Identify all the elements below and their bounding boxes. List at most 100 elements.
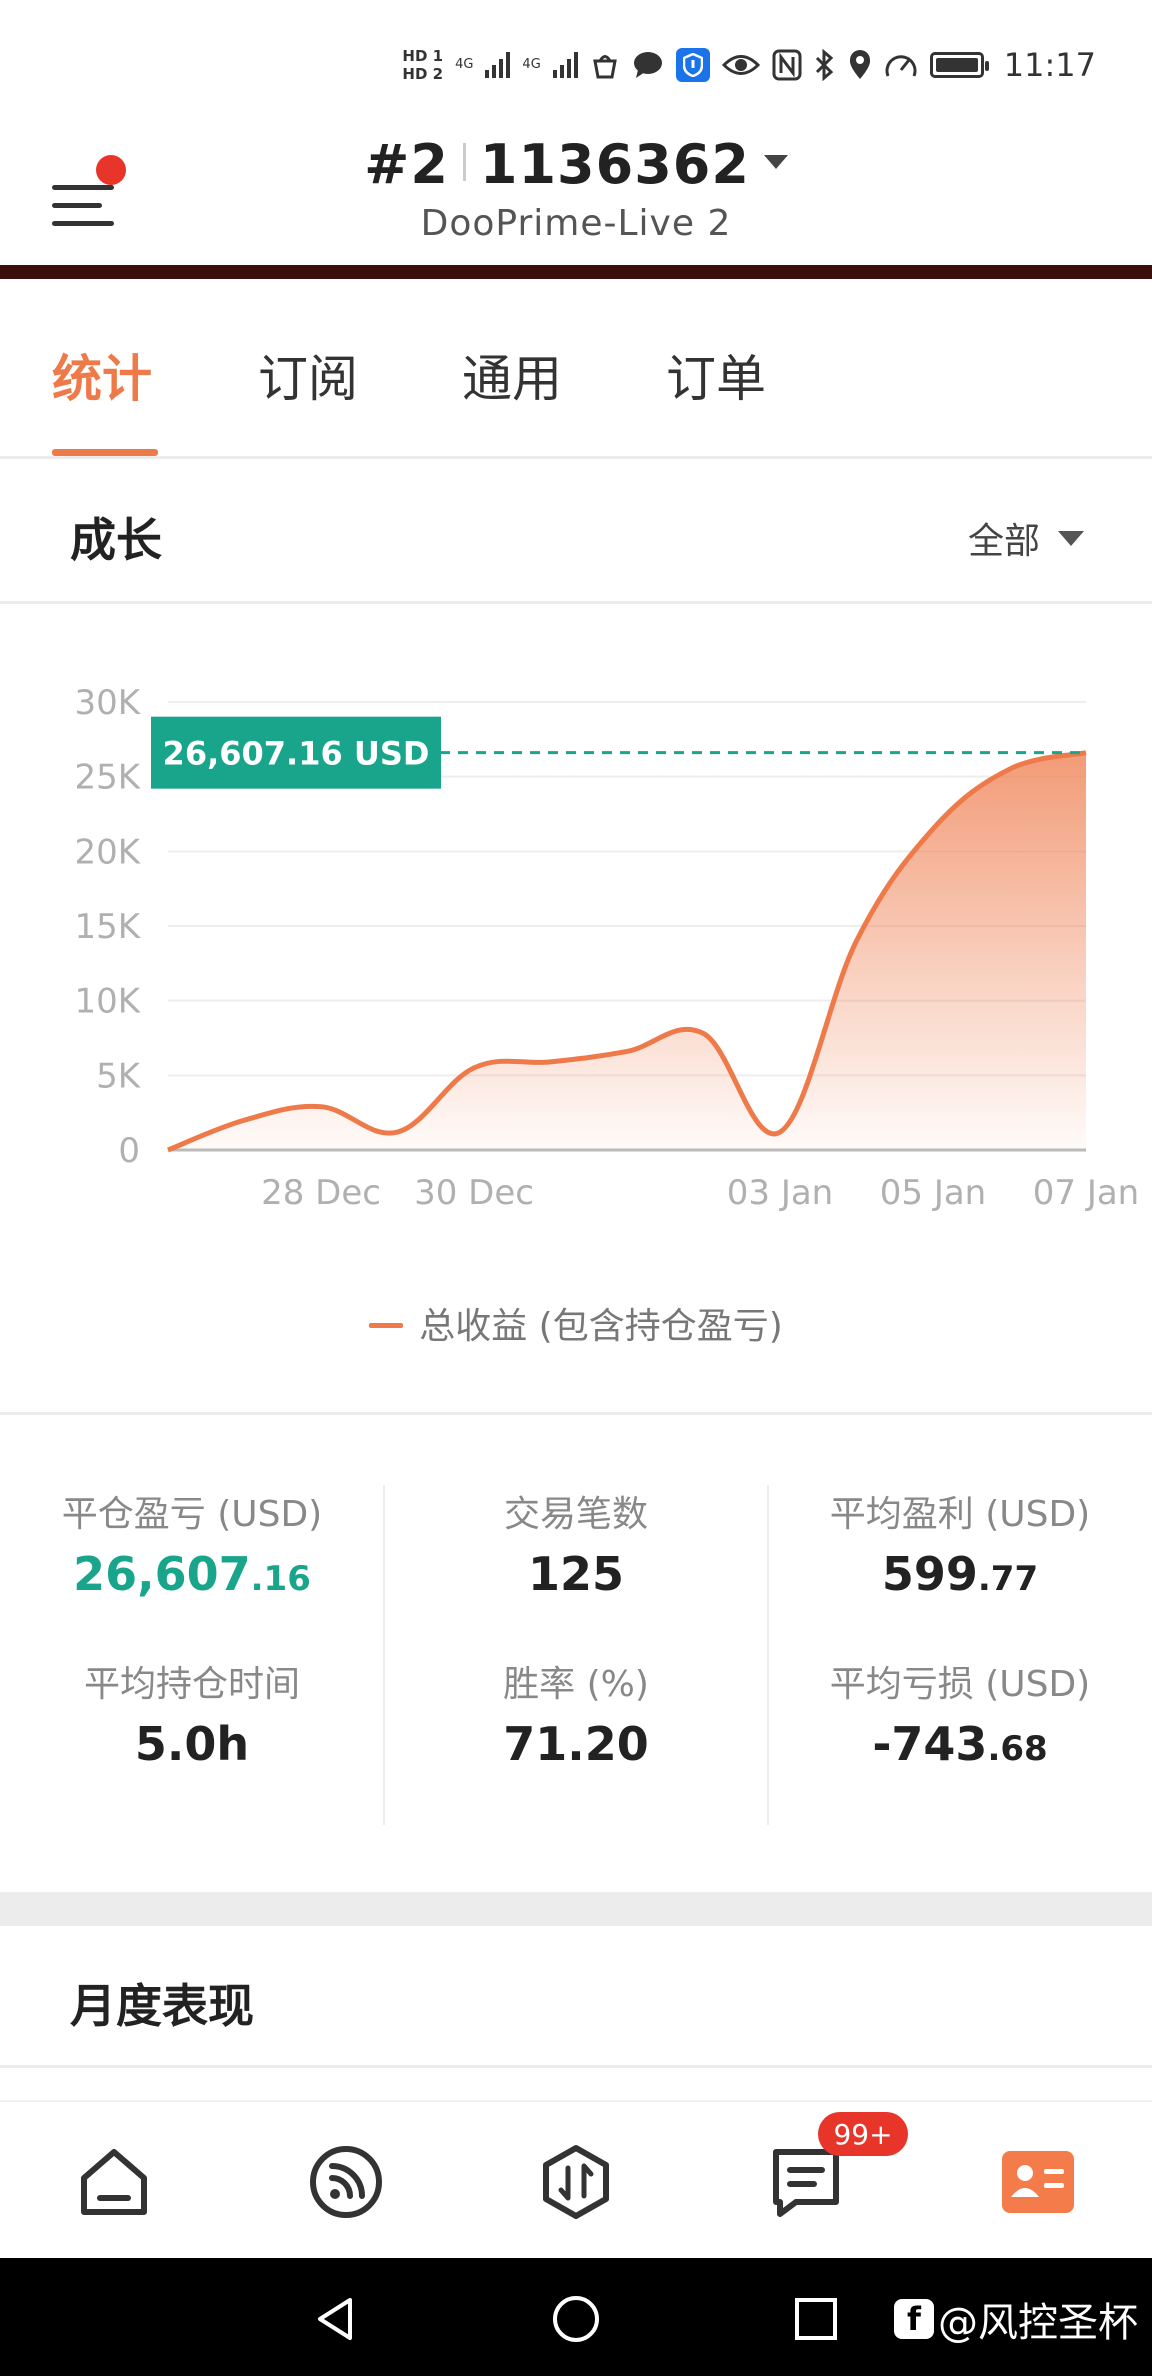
growth-section-header: 成长 全部 <box>0 462 1152 604</box>
active-tab-indicator <box>52 449 158 456</box>
home-circle-icon[interactable] <box>551 2294 601 2344</box>
trade-icon <box>543 2145 609 2219</box>
status-icons: HD 1 HD 2 4G 4G 11:17 <box>402 40 1096 90</box>
nav-feed[interactable] <box>306 2142 386 2222</box>
messages-icon <box>773 2149 839 2217</box>
shield-icon <box>675 48 710 82</box>
legend-label: 总收益 (包含持仓盈亏) <box>419 1306 783 1347</box>
stat-avg-hold-time: 平均持仓时间 5.0h <box>0 1655 384 1771</box>
tab-general[interactable]: 通用 <box>462 339 562 411</box>
messages-badge: 99+ <box>818 2112 908 2156</box>
stat-label: 交易笔数 <box>503 1494 648 1535</box>
stat-value-dec: .68 <box>987 1729 1048 1769</box>
stat-value: 71.20 <box>384 1717 768 1771</box>
stat-value-int: 26,607 <box>73 1547 251 1601</box>
eye-icon <box>721 55 760 75</box>
growth-chart: 0 5K 10K 15K 20K 25K 30K 28 Dec 30 Dec 03 Jan 05 … <box>0 607 1152 1407</box>
stat-value: 599.77 <box>768 1547 1152 1601</box>
stat-value-int: 71.20 <box>503 1717 649 1771</box>
network-label-2: 4G <box>522 57 541 72</box>
nfc-icon <box>772 49 802 81</box>
bluetooth-icon <box>815 49 833 81</box>
stat-label: 平均盈利 (USD) <box>829 1494 1091 1535</box>
network-label-1: 4G <box>455 57 474 72</box>
stat-value: -743.68 <box>768 1717 1152 1771</box>
recents-icon[interactable] <box>791 2294 841 2344</box>
chat-bubble-icon <box>633 52 662 78</box>
nav-profile[interactable] <box>998 2142 1078 2222</box>
signal-icon-2 <box>552 52 578 78</box>
stat-avg-profit: 平均盈利 (USD) 599.77 <box>768 1485 1152 1601</box>
stat-value-dec: .77 <box>977 1559 1039 1599</box>
clock: 11:17 <box>1003 46 1096 84</box>
stat-trade-count: 交易笔数 125 <box>384 1485 768 1601</box>
tab-statistics[interactable]: 统计 <box>52 339 152 411</box>
nav-trade[interactable] <box>536 2142 616 2222</box>
status-bar: HD 1 HD 2 4G 4G 11:17 <box>0 0 1152 125</box>
location-icon <box>849 50 870 79</box>
watermark: f @风控圣杯 <box>894 2290 1138 2348</box>
stat-value-int: 5.0h <box>134 1717 250 1771</box>
stat-value-int: 599 <box>881 1547 978 1601</box>
system-navigation-bar: f @风控圣杯 <box>0 2258 1152 2376</box>
banner-strip <box>0 265 1152 279</box>
legend-swatch <box>369 1323 404 1328</box>
column-divider <box>767 1485 769 1825</box>
stat-win-rate: 胜率 (%) 71.20 <box>384 1655 768 1771</box>
stat-value-int: -743 <box>872 1717 988 1771</box>
stat-closed-pnl: 平仓盈亏 (USD) 26,607.16 <box>0 1485 384 1601</box>
sim1-label: HD 1 <box>402 47 444 65</box>
stat-value: 26,607.16 <box>0 1547 384 1601</box>
range-label: 全部 <box>967 521 1040 562</box>
x-tick-label: 07 Jan <box>1033 1173 1139 1213</box>
y-tick-label: 20K <box>74 832 141 872</box>
account-selector[interactable]: #2 1136362 <box>0 133 1152 196</box>
monthly-title: 月度表现 <box>70 1979 254 2033</box>
tab-orders[interactable]: 订单 <box>666 339 766 411</box>
signal-icon <box>485 52 511 78</box>
account-number: 1136362 <box>479 133 750 196</box>
server-name: DooPrime-Live 2 <box>420 203 732 244</box>
y-tick-label: 5K <box>96 1056 142 1096</box>
range-dropdown[interactable]: 全部 <box>968 512 1084 564</box>
separator <box>462 143 466 181</box>
tab-bar: 统计 订阅 通用 订单 <box>0 279 1152 459</box>
x-tick-label: 05 Jan <box>880 1173 986 1213</box>
section-gap <box>0 1892 1152 1926</box>
profile-card-icon <box>1002 2151 1074 2213</box>
bottom-navigation: 99+ <box>0 2100 1152 2258</box>
stat-value: 125 <box>384 1547 768 1601</box>
y-tick-label: 0 <box>118 1131 140 1171</box>
column-divider <box>383 1485 385 1825</box>
app-header: #2 1136362 DooPrime-Live 2 <box>0 125 1152 265</box>
speedometer-icon <box>885 55 917 77</box>
stat-label: 平仓盈亏 (USD) <box>61 1494 323 1535</box>
caret-down-icon <box>1058 530 1084 546</box>
x-tick-label: 28 Dec <box>261 1173 381 1213</box>
monthly-performance-header: 月度表现 <box>0 1926 1152 2068</box>
stat-value-int: 125 <box>527 1547 625 1601</box>
sim2-label: HD 2 <box>402 65 444 83</box>
caret-down-icon <box>763 155 788 169</box>
x-tick-label: 03 Jan <box>727 1173 833 1213</box>
battery-icon <box>929 52 989 78</box>
bag-icon <box>592 55 617 79</box>
back-icon[interactable] <box>310 2294 360 2344</box>
tab-subscriptions[interactable]: 订阅 <box>258 339 358 411</box>
growth-chart-svg: 0 5K 10K 15K 20K 25K 30K 28 Dec 30 Dec 03 Jan 05 … <box>74 683 1139 1213</box>
y-tick-label: 10K <box>74 982 141 1022</box>
stat-label: 胜率 (%) <box>503 1664 649 1705</box>
annotation-label: 26,607.16 USD <box>163 735 430 773</box>
stat-label: 平均亏损 (USD) <box>829 1664 1091 1705</box>
nav-home[interactable] <box>74 2142 154 2222</box>
y-tick-label: 25K <box>74 758 141 798</box>
home-icon <box>81 2149 147 2215</box>
facebook-logo: f <box>894 2299 934 2339</box>
y-tick-label: 30K <box>74 683 141 723</box>
chart-legend: 总收益 (包含持仓盈亏) <box>0 1297 1152 1349</box>
account-prefix: #2 <box>364 133 449 196</box>
x-tick-label: 30 Dec <box>414 1173 534 1213</box>
y-tick-label: 15K <box>74 907 141 947</box>
stats-grid: 平仓盈亏 (USD) 26,607.16 交易笔数 125 平均盈利 (USD)… <box>0 1415 1152 1890</box>
sim-indicator: HD 1 HD 2 <box>402 47 443 83</box>
